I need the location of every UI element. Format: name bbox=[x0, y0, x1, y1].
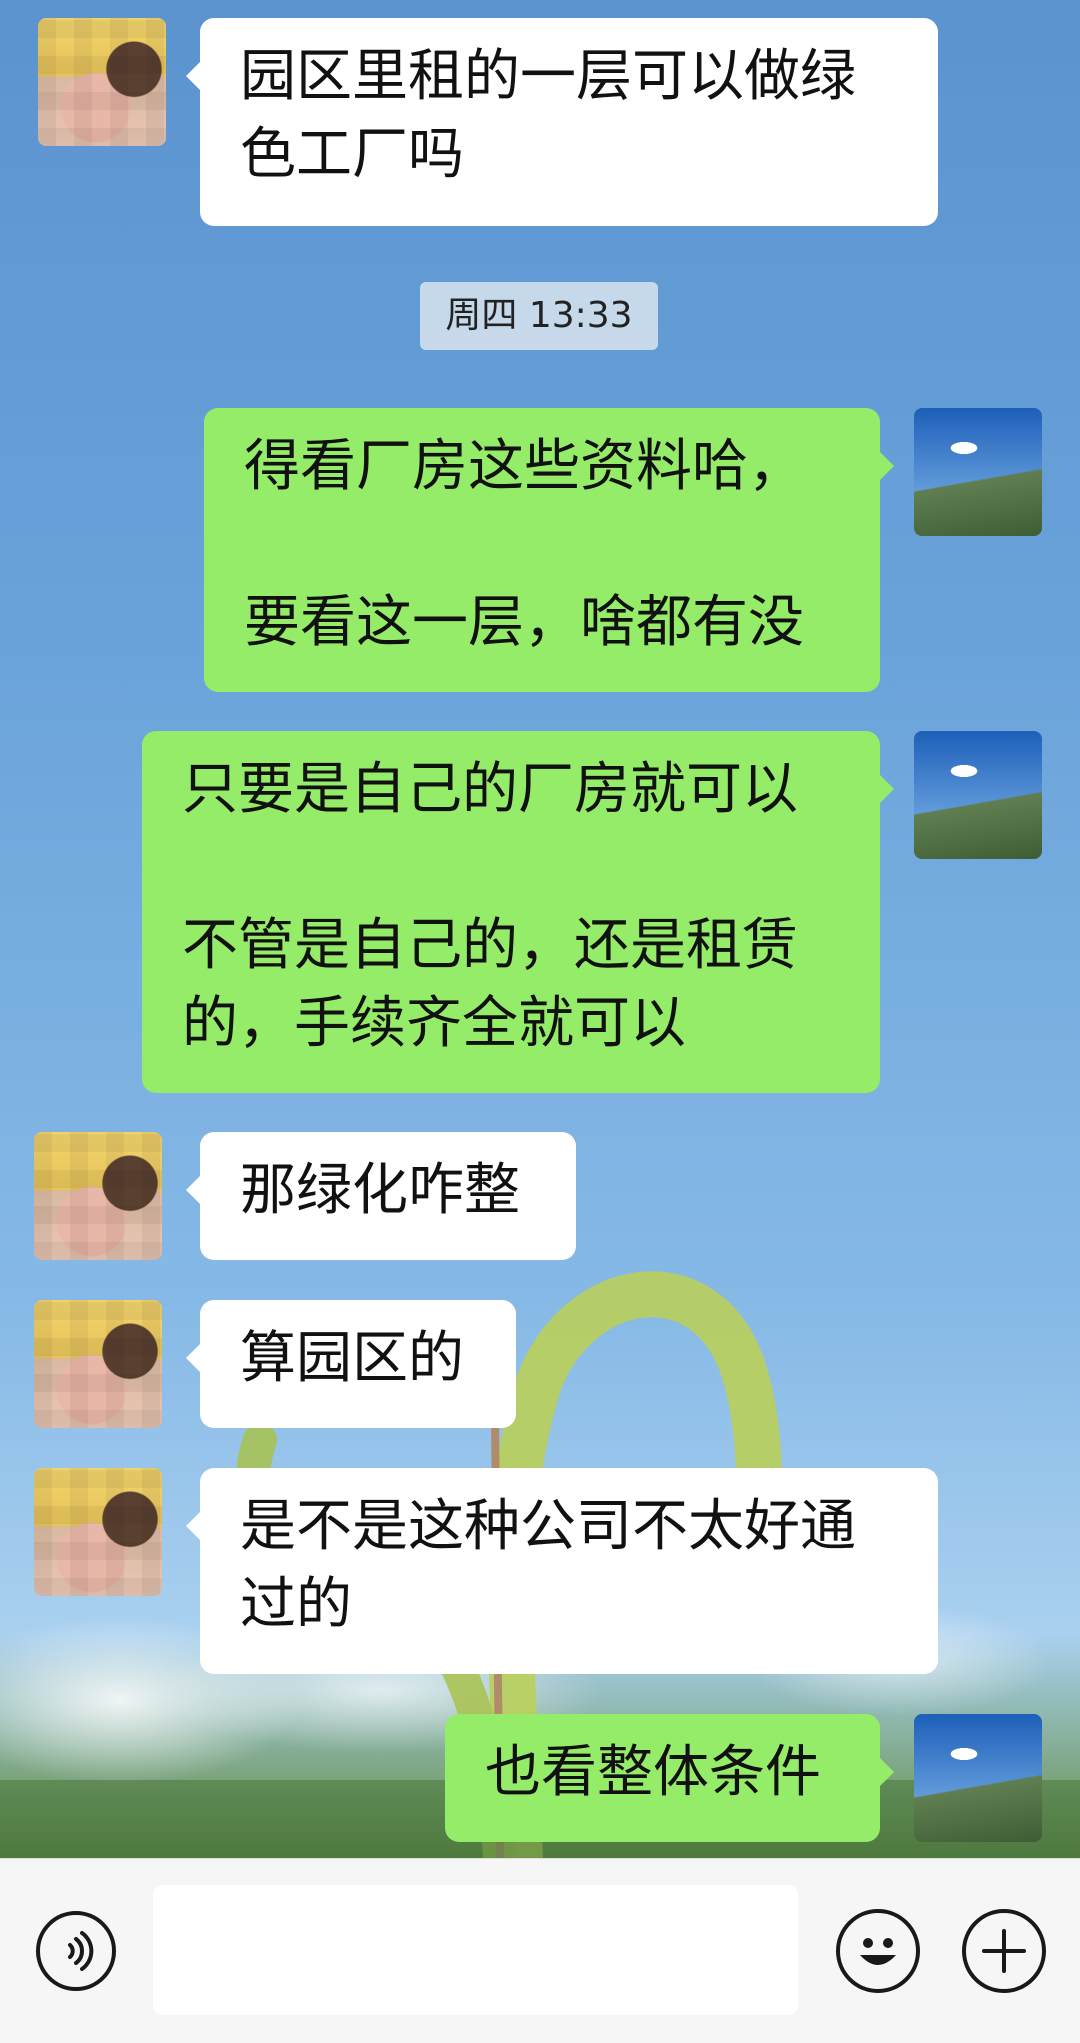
self-avatar[interactable] bbox=[914, 1714, 1042, 1842]
voice-button[interactable] bbox=[36, 1911, 116, 1991]
self-avatar[interactable] bbox=[914, 408, 1042, 536]
plus-icon bbox=[982, 1929, 1026, 1973]
message-bubble-outgoing[interactable]: 得看厂房这些资料哈， 要看这一层，啥都有没 bbox=[204, 408, 894, 692]
message-bubble-incoming[interactable]: 园区里租的一层可以做绿 色工厂吗 bbox=[186, 18, 938, 226]
message-bubble-outgoing[interactable]: 也看整体条件 bbox=[445, 1714, 894, 1842]
self-avatar[interactable] bbox=[914, 731, 1042, 859]
message-bubble-incoming[interactable]: 那绿化咋整 bbox=[186, 1132, 576, 1260]
emoji-icon bbox=[860, 1938, 896, 1965]
chat-input-bar bbox=[0, 1858, 1080, 2043]
message-bubble-outgoing[interactable]: 只要是自己的厂房就可以 不管是自己的，还是租赁 的，手续齐全就可以 bbox=[142, 731, 894, 1093]
message-bubble-incoming[interactable]: 算园区的 bbox=[186, 1300, 516, 1428]
contact-avatar[interactable] bbox=[38, 18, 166, 146]
message-timestamp: 周四 13:33 bbox=[420, 282, 658, 350]
emoji-button[interactable] bbox=[836, 1909, 920, 1993]
contact-avatar[interactable] bbox=[34, 1300, 162, 1428]
plus-button[interactable] bbox=[962, 1909, 1046, 1993]
contact-avatar[interactable] bbox=[34, 1468, 162, 1596]
contact-avatar[interactable] bbox=[34, 1132, 162, 1260]
message-input[interactable] bbox=[153, 1885, 798, 2015]
message-bubble-incoming[interactable]: 是不是这种公司不太好通 过的 bbox=[186, 1468, 938, 1674]
voice-icon bbox=[68, 1931, 94, 1971]
